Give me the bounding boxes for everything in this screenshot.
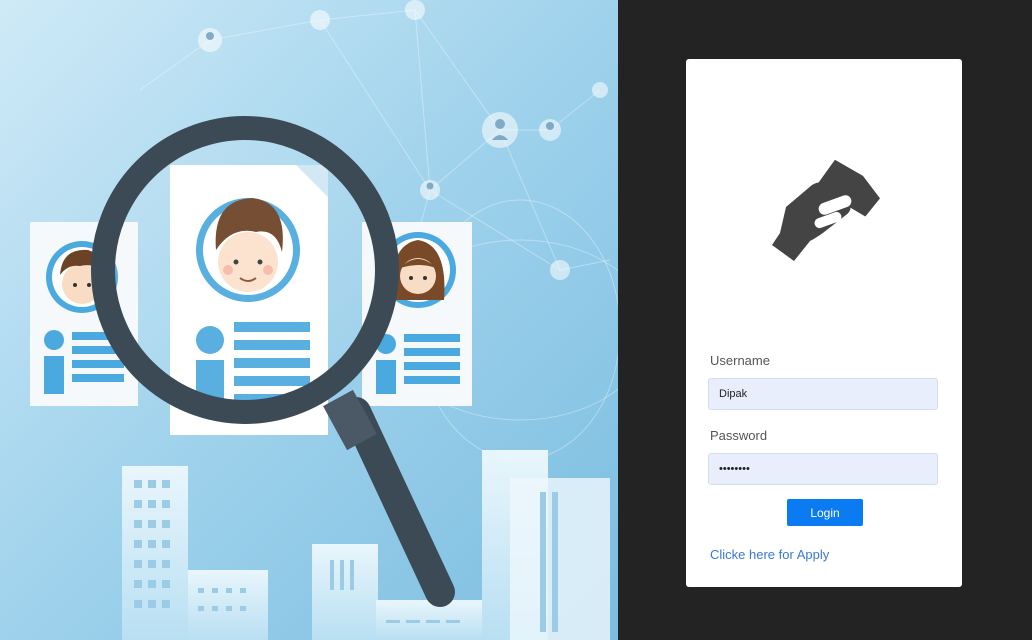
handshake-icon: [772, 159, 880, 261]
apply-link[interactable]: Clicke here for Apply: [710, 547, 829, 562]
username-label: Username: [710, 353, 770, 368]
hero-illustration: [0, 0, 618, 640]
login-button[interactable]: Login: [787, 499, 863, 526]
login-card: Username Password Login Clicke here for …: [686, 59, 962, 587]
password-label: Password: [710, 428, 768, 443]
username-input[interactable]: [708, 378, 938, 410]
password-input[interactable]: [708, 453, 938, 485]
